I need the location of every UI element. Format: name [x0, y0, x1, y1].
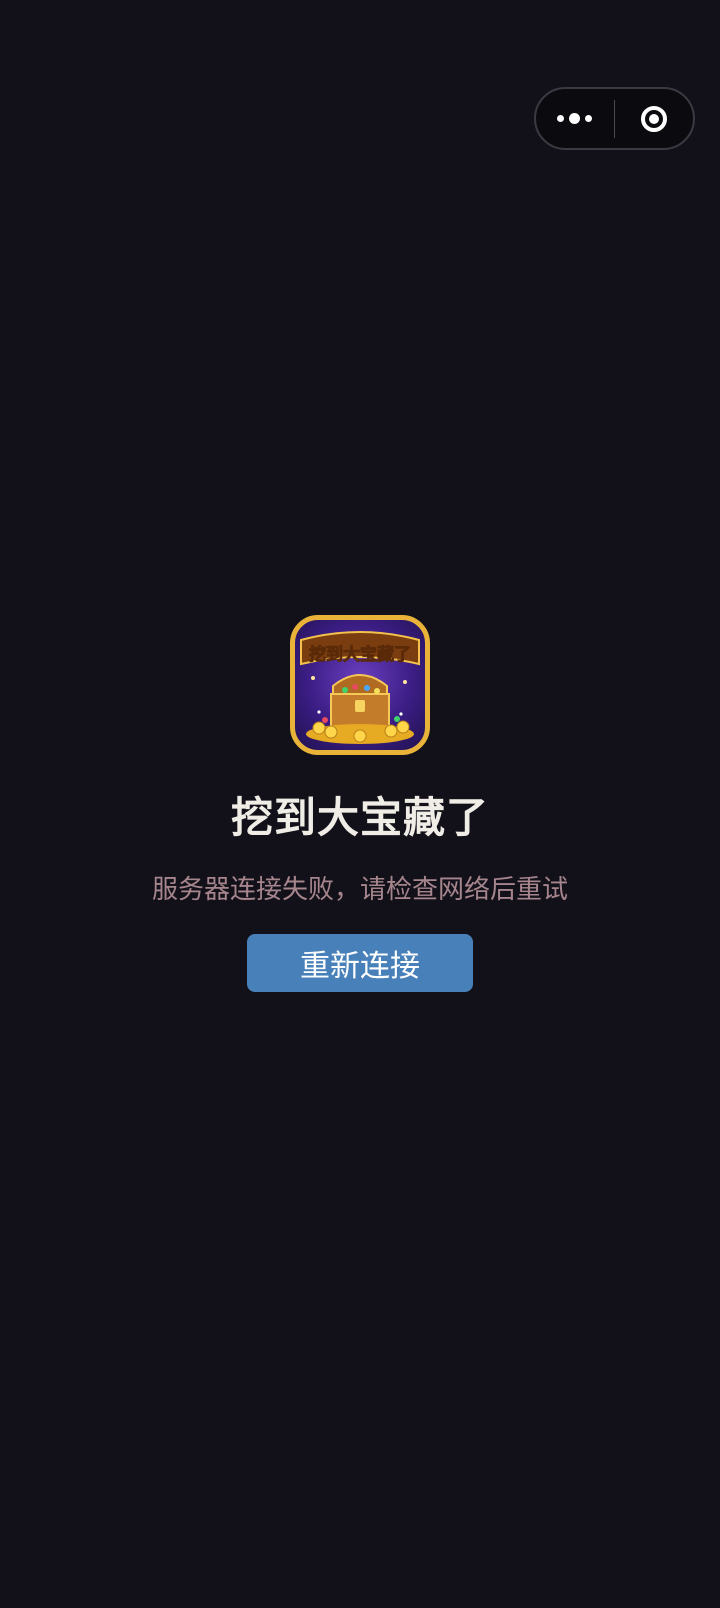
- reconnect-button[interactable]: 重新连接: [247, 934, 473, 992]
- more-button[interactable]: [536, 89, 614, 148]
- reconnect-button-label: 重新连接: [300, 949, 420, 984]
- treasure-chest-icon: 挖到大宝藏了: [300, 631, 420, 744]
- icon-banner-text: 挖到大宝藏了: [309, 644, 411, 665]
- mini-program-capsule: [534, 87, 695, 150]
- close-mini-program-button[interactable]: [615, 89, 693, 148]
- connection-error-message: 服务器连接失败，请检查网络后重试: [151, 875, 568, 905]
- target-close-icon: [641, 105, 668, 132]
- app-logo: 挖到大宝藏了: [290, 615, 430, 755]
- app-name: 挖到大宝藏了: [230, 793, 489, 842]
- more-dots-icon: [557, 113, 593, 124]
